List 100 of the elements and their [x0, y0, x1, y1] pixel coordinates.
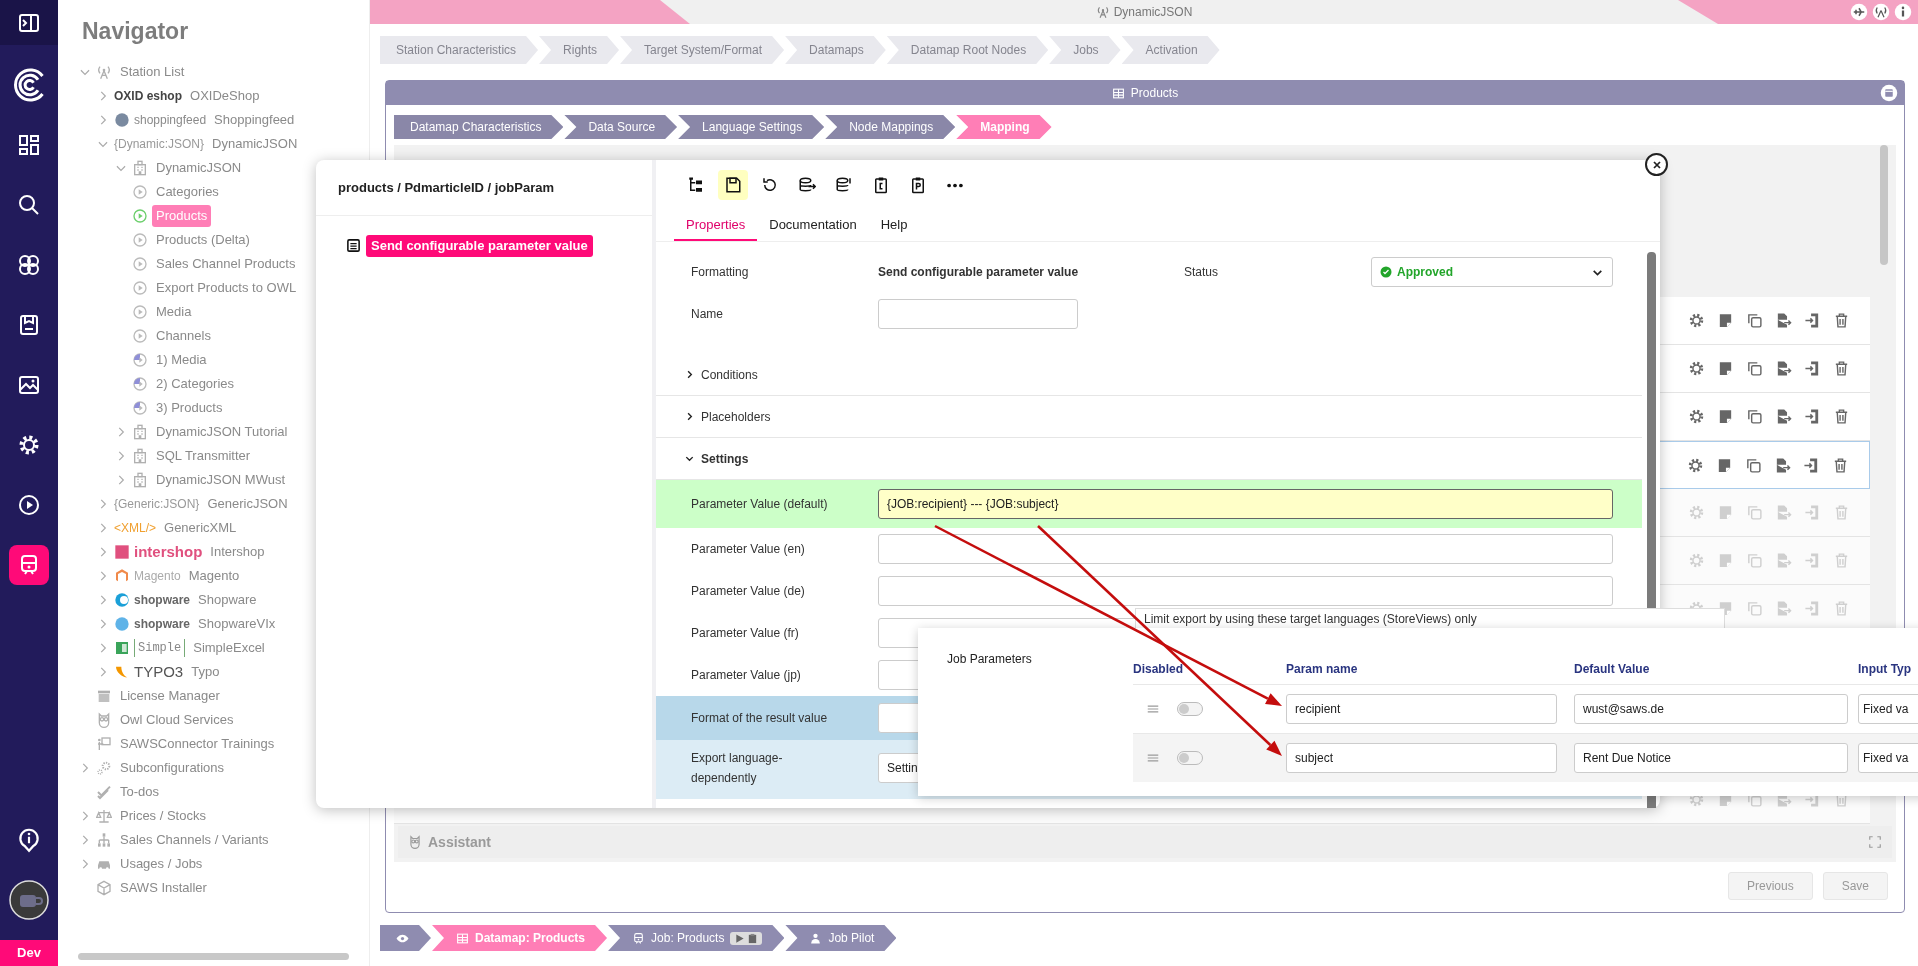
tree-item[interactable]: Magento [184, 565, 244, 587]
tree-item[interactable]: Sales Channel Products [152, 253, 300, 275]
tree-item[interactable]: Shoppingfeed [210, 109, 299, 131]
step-tab[interactable]: Datamaps [785, 36, 886, 64]
export-icon[interactable] [1774, 456, 1791, 474]
tree-item[interactable]: Prices / Stocks [116, 805, 210, 827]
tab[interactable]: Node Mappings [825, 115, 956, 139]
trash-icon[interactable] [1832, 456, 1849, 474]
tree-item[interactable]: DynamicJSON Tutorial [152, 421, 292, 443]
input-field[interactable]: Fixed va [1858, 743, 1918, 773]
tree-item[interactable]: Channels [152, 325, 215, 347]
tree-item[interactable]: SAWS Installer [116, 877, 211, 899]
tree-item[interactable]: Products [152, 205, 212, 227]
tree-item[interactable]: Usages / Jobs [116, 853, 207, 875]
breadcrumb-item[interactable]: Job Pilot [785, 925, 897, 951]
tree-item[interactable]: License Manager [116, 685, 224, 707]
tree-item[interactable]: Station List [116, 61, 189, 83]
window-icon[interactable] [1880, 84, 1898, 102]
step-tab[interactable]: Activation [1121, 36, 1220, 64]
input-field[interactable]: subject [1286, 743, 1557, 773]
step-tab[interactable]: Station Characteristics [380, 36, 539, 64]
tree-item[interactable]: 3) Products [152, 397, 227, 419]
import-icon[interactable] [1803, 456, 1820, 474]
tree-item[interactable]: DynamicJSON MWust [152, 469, 290, 491]
tree-item[interactable]: Export Products to OWL [152, 277, 301, 299]
tree-item[interactable]: OXIDeShop [186, 85, 264, 107]
name-input[interactable] [878, 299, 1078, 329]
tree-item[interactable]: Products (Delta) [152, 229, 254, 251]
trash-icon[interactable] [1833, 408, 1850, 425]
step-tab[interactable]: Datamap Root Nodes [886, 36, 1049, 64]
note-icon[interactable] [1716, 456, 1733, 474]
tree-item[interactable]: 2) Categories [152, 373, 239, 395]
gear-icon[interactable] [1688, 360, 1705, 377]
input-field[interactable] [878, 576, 1613, 606]
section-header[interactable]: Conditions [701, 365, 758, 384]
toolbar-button[interactable] [718, 170, 748, 200]
tree-item[interactable]: Typo [187, 661, 224, 683]
tree-item[interactable]: SQL Transmitter [152, 445, 255, 467]
tree-item[interactable]: SAWSConnector Trainings [116, 733, 279, 755]
tree-item[interactable]: Owl Cloud Services [116, 709, 238, 731]
input-field[interactable]: {JOB:recipient} --- {JOB:subject} [878, 489, 1613, 519]
tree-item[interactable]: To-dos [116, 781, 164, 803]
scrollbar[interactable] [78, 953, 349, 960]
export-icon[interactable] [1775, 360, 1792, 377]
sidebar-button[interactable] [9, 545, 49, 585]
language-filter-menu[interactable]: Limit export by using these target languages (StoreViews) only [1135, 608, 1725, 628]
info-icon[interactable] [1894, 3, 1912, 21]
export-icon[interactable] [1775, 408, 1792, 425]
tree-item[interactable]: Subconfigurations [116, 757, 229, 779]
tree-item[interactable]: Shopware [194, 589, 261, 611]
tree-item[interactable]: Categories [152, 181, 223, 203]
copy-icon[interactable] [1746, 312, 1763, 329]
tab[interactable]: Language Settings [678, 115, 825, 139]
input-field[interactable]: Rent Due Notice [1574, 743, 1848, 773]
breadcrumb-item[interactable]: Datamap: Products [432, 925, 608, 951]
copy-icon[interactable] [1746, 360, 1763, 377]
tab[interactable]: Data Source [564, 115, 678, 139]
note-icon[interactable] [1717, 408, 1734, 425]
step-tab[interactable]: Jobs [1049, 36, 1121, 64]
gear-icon[interactable] [1687, 456, 1704, 474]
input-field[interactable]: wust@saws.de [1574, 694, 1848, 724]
export-icon[interactable] [1775, 312, 1792, 329]
gear-icon[interactable] [1688, 408, 1705, 425]
note-icon[interactable] [1717, 360, 1734, 377]
tree-item[interactable]: ShopwareVIx [194, 613, 280, 635]
previous-button[interactable]: Previous [1727, 872, 1813, 900]
section-header[interactable]: Placeholders [701, 407, 771, 426]
tree-item[interactable]: Sales Channels / Variants [116, 829, 273, 851]
tab[interactable]: Help [868, 210, 920, 241]
copy-icon[interactable] [1745, 456, 1762, 474]
save-button[interactable]: Save [1822, 872, 1888, 900]
tree-item[interactable]: Send configurable parameter value [366, 235, 593, 257]
section-header[interactable]: Settings [701, 449, 749, 468]
toggle-switch[interactable] [1177, 702, 1203, 716]
step-tab[interactable]: Target System/Format [620, 36, 785, 64]
tab[interactable]: Mapping [956, 115, 1052, 139]
input-field[interactable] [878, 534, 1613, 564]
import-icon[interactable] [1804, 408, 1821, 425]
gear-icon[interactable] [1688, 312, 1705, 329]
input-field[interactable]: Fixed va [1858, 694, 1918, 724]
trash-icon[interactable] [1833, 360, 1850, 377]
tree-item[interactable]: Intershop [206, 541, 269, 563]
breadcrumb-item[interactable] [380, 925, 431, 951]
note-icon[interactable] [1717, 312, 1734, 329]
breadcrumb-item[interactable]: Job: Products [608, 925, 785, 951]
tab[interactable]: Datamap Characteristics [394, 115, 564, 139]
copy-icon[interactable] [1746, 408, 1763, 425]
tree-item[interactable]: 1) Media [152, 349, 211, 371]
scrollbar[interactable] [1880, 145, 1888, 265]
plane-icon[interactable] [1850, 3, 1868, 21]
tree-item[interactable]: Media [152, 301, 196, 323]
toggle-switch[interactable] [1177, 751, 1203, 765]
tree-item[interactable]: DynamicJSON [152, 157, 246, 179]
step-tab[interactable]: Rights [539, 36, 620, 64]
input-field[interactable]: recipient [1286, 694, 1557, 724]
import-icon[interactable] [1804, 312, 1821, 329]
tree-item[interactable]: GenericJSON [203, 493, 292, 515]
trash-icon[interactable] [1833, 312, 1850, 329]
antenna-icon[interactable] [1872, 3, 1890, 21]
tab[interactable]: Documentation [757, 210, 869, 241]
